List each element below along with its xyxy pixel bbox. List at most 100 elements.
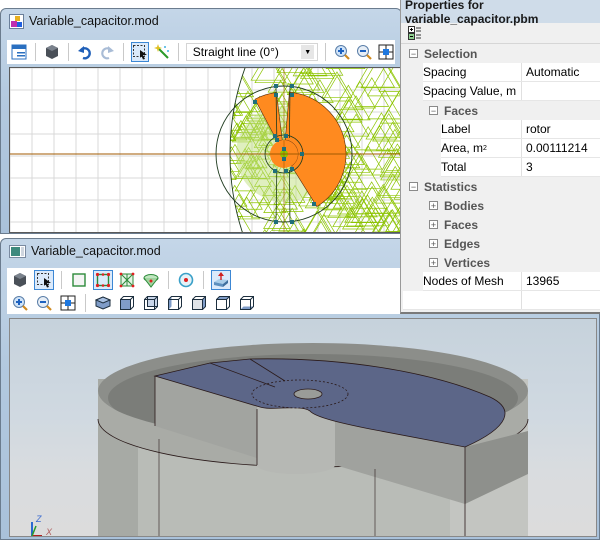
toolbar-separator <box>122 43 124 61</box>
vertex-marker <box>284 169 288 173</box>
line-mode-value: Straight line (0°) <box>192 45 279 59</box>
vertex-marker <box>290 167 294 171</box>
undo-icon <box>77 46 91 60</box>
property-spacing-value[interactable]: Spacing Value, m <box>423 82 600 101</box>
magic-wand-button[interactable] <box>153 42 171 62</box>
category-statistics[interactable]: − Statistics <box>401 177 600 196</box>
view-iso-icon <box>95 296 111 310</box>
category-faces-stats[interactable]: + Faces <box>401 215 600 234</box>
view-bottom-icon <box>240 296 254 310</box>
view-front-button[interactable] <box>117 293 137 313</box>
body-select-button[interactable] <box>141 270 161 290</box>
property-value: 13965 <box>526 274 560 288</box>
property-nodes-of-mesh[interactable]: Nodes of Mesh 13965 <box>423 272 600 291</box>
face-select-button[interactable] <box>69 270 89 290</box>
zoom-out-button[interactable] <box>34 293 54 313</box>
fit-to-window-button[interactable] <box>58 293 78 313</box>
category-vertices[interactable]: + Vertices <box>401 253 600 272</box>
fit-to-window-icon <box>378 44 394 60</box>
expand-icon[interactable]: + <box>429 201 438 211</box>
vertex-marker <box>273 134 277 138</box>
zoom-out-icon <box>37 296 52 311</box>
toolbar-separator <box>203 271 204 289</box>
select-button[interactable] <box>130 42 149 62</box>
model-file-icon <box>9 13 24 29</box>
view-right-button[interactable] <box>189 293 209 313</box>
select-icon <box>132 45 147 60</box>
mesh-2d-viewport[interactable] <box>9 67 405 233</box>
extrude-button[interactable] <box>211 270 231 290</box>
zoom-in-button[interactable] <box>10 293 30 313</box>
toolbar-separator <box>61 271 62 289</box>
property-key: Total <box>441 158 522 176</box>
expand-icon[interactable]: + <box>429 258 438 268</box>
expand-icon[interactable]: + <box>429 239 438 249</box>
title-bar[interactable]: Variable_capacitor.mod <box>1 9 401 33</box>
extrude-icon <box>214 272 228 287</box>
face-select-icon <box>72 273 86 287</box>
edge-select-icon <box>95 272 111 288</box>
properties-button[interactable] <box>10 42 28 62</box>
properties-icon <box>11 44 27 60</box>
vertex-marker <box>300 152 304 156</box>
collapse-icon[interactable]: − <box>409 49 418 59</box>
category-label: Vertices <box>444 255 491 270</box>
vertex-marker <box>284 134 288 138</box>
category-edges[interactable]: + Edges <box>401 234 600 253</box>
property-value: 0.00111214 <box>526 141 588 155</box>
category-label: Faces <box>444 103 479 118</box>
mesh-select-button[interactable] <box>117 270 137 290</box>
collapse-icon[interactable]: − <box>429 106 438 116</box>
model-3d-drawing: Z X <box>31 343 529 536</box>
view-back-button[interactable] <box>141 293 161 313</box>
select-icon <box>37 273 51 288</box>
fit-to-window-button[interactable] <box>377 42 395 62</box>
property-empty-row <box>403 291 600 310</box>
vertex-marker <box>274 84 278 88</box>
target-icon <box>178 272 194 288</box>
axis-triad: Z X <box>31 514 53 536</box>
category-selection[interactable]: − Selection <box>401 44 600 63</box>
window-title: Variable_capacitor.mod <box>29 14 159 28</box>
zoom-out-button[interactable] <box>355 42 373 62</box>
category-bodies[interactable]: + Bodies <box>401 196 600 215</box>
collapse-icon[interactable]: − <box>409 182 418 192</box>
view-bottom-button[interactable] <box>237 293 257 313</box>
view-iso-button[interactable] <box>93 293 113 313</box>
redo-button[interactable] <box>98 42 116 62</box>
view-top-button[interactable] <box>213 293 233 313</box>
property-total[interactable]: Total 3 <box>441 158 600 177</box>
edge-select-button[interactable] <box>93 270 113 290</box>
vertex-marker <box>282 147 286 151</box>
zoom-in-button[interactable] <box>333 42 351 62</box>
axis-z-label: Z <box>35 514 42 524</box>
toolbar-separator <box>177 43 179 61</box>
property-value[interactable]: rotor <box>522 122 551 136</box>
property-label[interactable]: Label rotor <box>441 120 600 139</box>
vertex-marker <box>275 138 279 142</box>
view-back-icon <box>144 296 158 310</box>
categorized-view-icon[interactable] <box>408 26 422 40</box>
line-mode-dropdown[interactable]: Straight line (0°) ▼ <box>185 43 319 61</box>
properties-title: Properties for variable_capacitor.pbm <box>401 0 600 26</box>
solid-view-button[interactable] <box>10 270 30 290</box>
property-area[interactable]: Area, m2 0.00111214 <box>441 139 600 158</box>
view-front-icon <box>120 296 134 310</box>
undo-button[interactable] <box>76 42 94 62</box>
view-left-button[interactable] <box>165 293 185 313</box>
solid-view-button[interactable] <box>43 42 61 62</box>
toolbar-separator <box>325 43 327 61</box>
properties-panel: Properties for variable_capacitor.pbm − … <box>400 0 600 314</box>
toolbar-separator <box>67 43 69 61</box>
vertex-marker <box>253 100 257 104</box>
property-key: Nodes of Mesh <box>423 272 522 290</box>
chevron-down-icon[interactable]: ▼ <box>301 45 315 59</box>
target-button[interactable] <box>176 270 196 290</box>
property-key: Spacing Value, m <box>423 82 522 100</box>
expand-icon[interactable]: + <box>429 220 438 230</box>
select-button[interactable] <box>34 270 54 290</box>
property-value[interactable]: Automatic <box>522 65 579 79</box>
category-faces[interactable]: − Faces <box>401 101 600 120</box>
property-spacing[interactable]: Spacing Automatic <box>423 63 600 82</box>
model-3d-viewport[interactable]: Z X <box>9 318 597 537</box>
